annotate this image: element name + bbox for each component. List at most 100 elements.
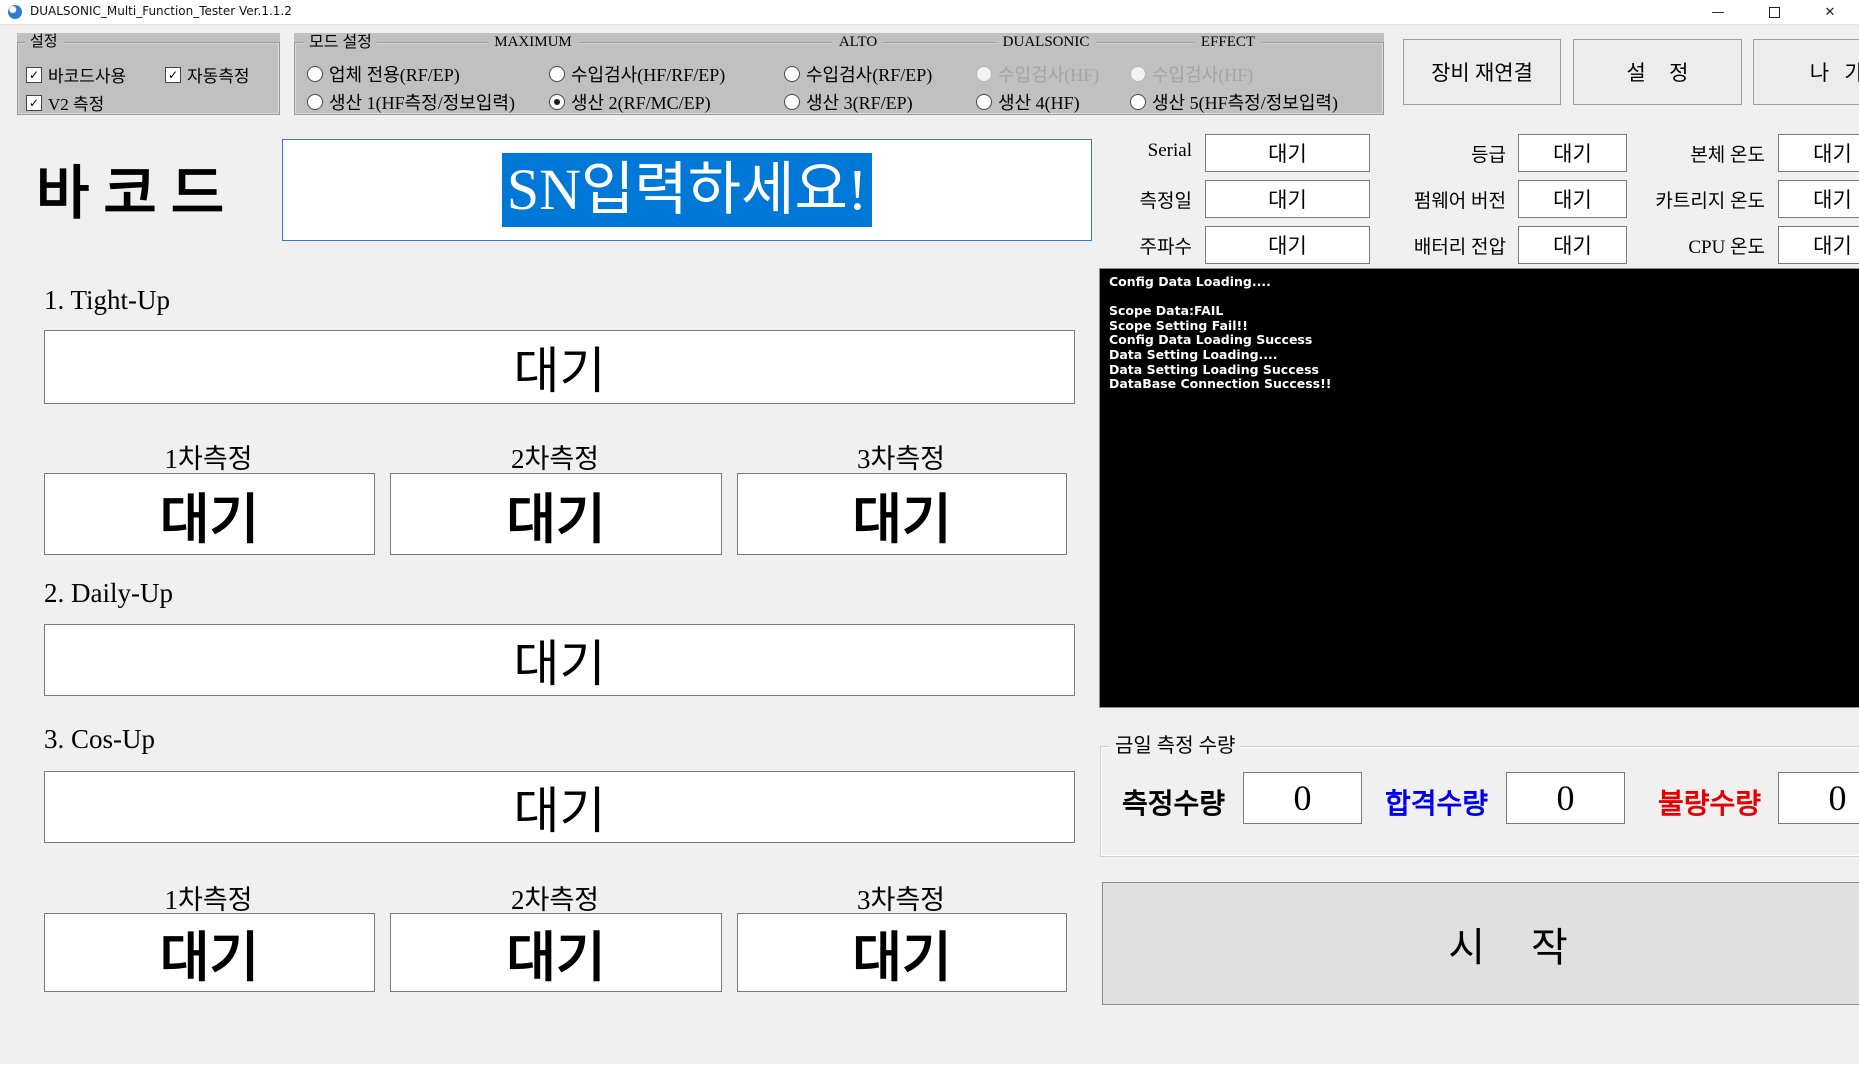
console-line: Config Data Loading Success [1109, 333, 1859, 348]
section-title-cos-up: 3. Cos-Up [44, 724, 155, 755]
radio-icon [784, 66, 800, 82]
settings-button[interactable]: 설 정 [1573, 39, 1742, 105]
measure3-label-row1: 3차측정 [737, 437, 1065, 476]
mode-header-alto: ALTO [832, 34, 884, 51]
radio-icon [1130, 94, 1146, 110]
radio-vendor-only[interactable]: 업체 전용(RF/EP) [307, 61, 460, 87]
measure3-status-box-row1: 대기 [737, 473, 1067, 555]
radio-label: 수입검사(HF) [998, 61, 1099, 87]
barcode-input-selected-text: SN입력하세요! [502, 153, 872, 227]
status-label-battery-voltage: 배터리 전압 [1310, 232, 1506, 259]
close-button[interactable]: ✕ [1808, 0, 1852, 24]
radio-label: 수입검사(HF) [1152, 61, 1253, 87]
checkbox-label: 자동측정 [187, 62, 250, 87]
mode-header-dualsonic: DUALSONIC [996, 34, 1097, 51]
radio-selected-icon [549, 94, 565, 110]
restore-button[interactable] [1752, 0, 1796, 24]
radio-icon [307, 66, 323, 82]
radio-icon [307, 94, 323, 110]
radio-production-2[interactable]: 생산 2(RF/MC/EP) [549, 89, 711, 115]
bottom-strip [0, 1064, 1859, 1080]
radio-production-1[interactable]: 생산 1(HF측정/정보입력) [307, 89, 515, 115]
radio-label: 생산 2(RF/MC/EP) [571, 89, 711, 115]
measure3-status-box-row2: 대기 [737, 913, 1067, 992]
restore-icon [1769, 7, 1780, 18]
cos-up-status-box: 대기 [44, 771, 1075, 843]
close-icon: ✕ [1825, 5, 1836, 20]
console-line: Scope Setting Fail!! [1109, 319, 1859, 334]
measure1-label-row2: 1차측정 [44, 878, 373, 917]
checkbox-checked-icon: ✓ [165, 67, 181, 83]
radio-import-inspection-maximum[interactable]: 수입검사(HF/RF/EP) [549, 61, 725, 87]
settings-group-title: 설정 [25, 33, 63, 52]
title-bar: DUALSONIC_Multi_Function_Tester Ver.1.1.… [0, 0, 1859, 25]
status-value-cpu-temp: 대기 [1778, 226, 1859, 264]
measured-count-label: 측정수량 [1122, 782, 1225, 822]
measure3-label-row2: 3차측정 [737, 878, 1065, 917]
measure1-status-box-row1: 대기 [44, 473, 375, 555]
status-label-serial: Serial [1040, 140, 1192, 162]
fail-count-value: 0 [1778, 772, 1859, 824]
console-line: Data Setting Loading Success [1109, 363, 1859, 378]
radio-production-3[interactable]: 생산 3(RF/EP) [784, 89, 913, 115]
checkbox-auto-measure[interactable]: ✓ 자동측정 [165, 62, 250, 87]
radio-production-4[interactable]: 생산 4(HF) [976, 89, 1080, 115]
console-line: DataBase Connection Success!! [1109, 377, 1859, 392]
radio-import-inspection-alto[interactable]: 수입검사(RF/EP) [784, 61, 932, 87]
console-line: Scope Data:FAIL [1109, 304, 1859, 319]
radio-production-5[interactable]: 생산 5(HF측정/정보입력) [1130, 89, 1338, 115]
checkbox-barcode-use[interactable]: ✓ 바코드사용 [26, 62, 126, 87]
radio-icon [976, 94, 992, 110]
start-button[interactable]: 시 작 [1102, 882, 1859, 1005]
measure1-label-row1: 1차측정 [44, 437, 373, 476]
console-log[interactable]: Config Data Loading.... Scope Data:FAIL … [1099, 268, 1859, 708]
status-label-cartridge-temp: 카트리지 온도 [1575, 186, 1765, 213]
pass-count-label: 합격수량 [1385, 782, 1488, 822]
status-label-frequency: 주파수 [1040, 232, 1192, 259]
checkbox-label: V2 측정 [48, 90, 104, 115]
tight-up-status-box: 대기 [44, 330, 1075, 404]
radio-label: 수입검사(HF/RF/EP) [571, 61, 725, 87]
minimize-icon: — [1712, 5, 1725, 20]
console-line [1109, 290, 1859, 305]
console-line: Data Setting Loading.... [1109, 348, 1859, 363]
pass-count-value: 0 [1506, 772, 1625, 824]
radio-label: 수입검사(RF/EP) [806, 61, 932, 87]
measure2-label-row2: 2차측정 [390, 878, 720, 917]
radio-icon [549, 66, 565, 82]
daily-count-group-title: 금일 측정 수량 [1110, 737, 1240, 756]
barcode-label: 바코드 [36, 146, 238, 230]
section-title-tight-up: 1. Tight-Up [44, 285, 170, 316]
daily-up-status-box: 대기 [44, 624, 1075, 696]
checkbox-checked-icon: ✓ [26, 67, 42, 83]
mode-groupbox: 모드 설정 MAXIMUM ALTO DUALSONIC EFFECT 업체 전… [294, 33, 1384, 115]
measured-count-value: 0 [1243, 772, 1362, 824]
radio-icon [784, 94, 800, 110]
status-value-cartridge-temp: 대기 [1778, 180, 1859, 218]
checkbox-v2-measure[interactable]: ✓ V2 측정 [26, 90, 104, 115]
minimize-button[interactable]: — [1696, 0, 1740, 24]
status-label-firmware-version: 펌웨어 버전 [1310, 186, 1506, 213]
radio-label: 생산 5(HF측정/정보입력) [1152, 89, 1338, 115]
radio-icon [976, 66, 992, 82]
measure2-status-box-row2: 대기 [390, 913, 722, 992]
barcode-input[interactable]: SN입력하세요! [282, 139, 1092, 241]
radio-label: 업체 전용(RF/EP) [329, 61, 460, 87]
mode-group-title: 모드 설정 [304, 33, 377, 52]
measure2-status-box-row1: 대기 [390, 473, 722, 555]
app-icon [8, 5, 22, 19]
status-label-grade: 등급 [1310, 140, 1506, 167]
reconnect-device-button[interactable]: 장비 재연결 [1403, 39, 1561, 105]
radio-label: 생산 4(HF) [998, 89, 1080, 115]
checkbox-label: 바코드사용 [48, 62, 126, 87]
mode-header-effect: EFFECT [1194, 34, 1262, 51]
settings-groupbox: 설정 ✓ 바코드사용 ✓ 자동측정 ✓ V2 측정 [17, 33, 280, 115]
exit-button[interactable]: 나 가 기 [1753, 39, 1859, 105]
window-title: DUALSONIC_Multi_Function_Tester Ver.1.1.… [30, 4, 292, 18]
daily-count-groupbox: 금일 측정 수량 측정수량 0 합격수량 0 불량수량 0 [1100, 737, 1859, 857]
fail-count-label: 불량수량 [1658, 782, 1761, 822]
radio-icon [1130, 66, 1146, 82]
measure2-label-row1: 2차측정 [390, 437, 720, 476]
checkbox-checked-icon: ✓ [26, 95, 42, 111]
status-label-measure-date: 측정일 [1040, 186, 1192, 213]
